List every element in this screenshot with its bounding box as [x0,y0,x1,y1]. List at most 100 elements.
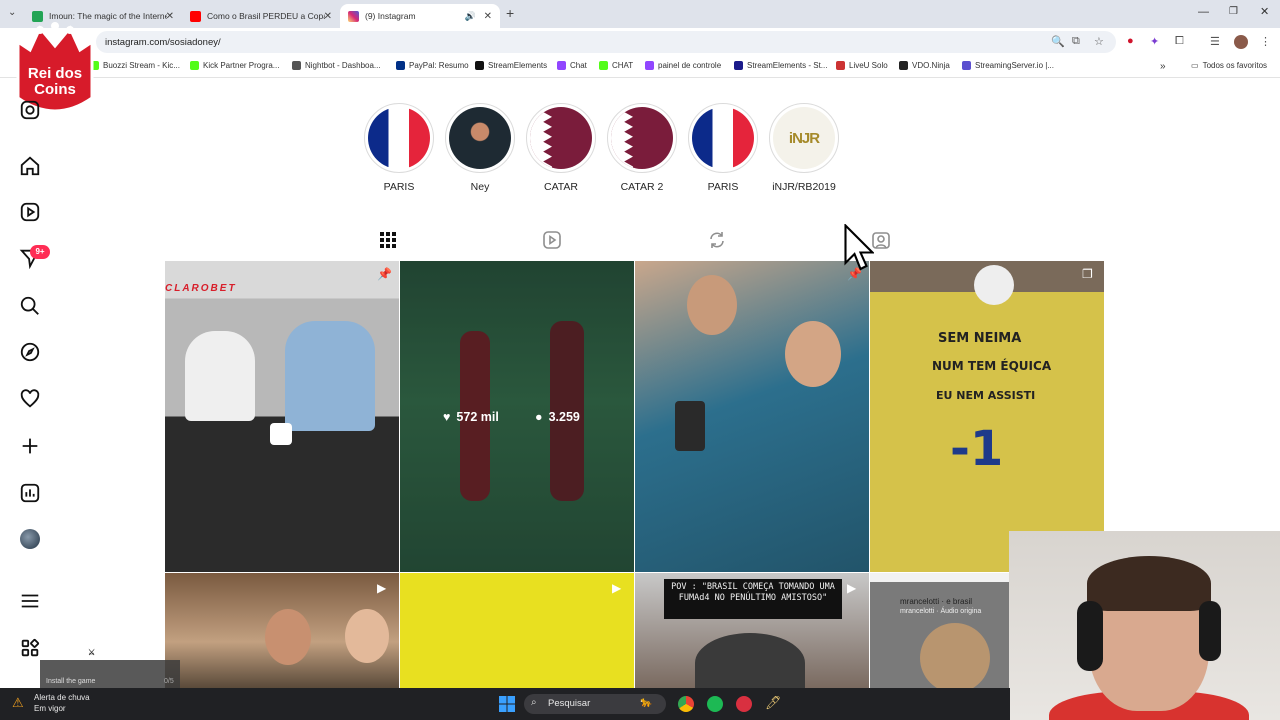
post-tile-1[interactable]: CLAROBET 📌 [165,261,399,572]
comments-count: 3.259 [548,410,580,424]
post-tile-3[interactable]: 📌 [635,261,869,572]
highlight-injr[interactable]: iNJR iNJR/RB2019 [768,103,840,193]
bookmark-item[interactable]: StreamElements - St... [734,61,827,70]
post-likes-stat: ♥ 572 mil [443,410,499,424]
weather-alert-subtitle: Em vigor [34,704,66,713]
install-app-icon[interactable]: ⧉ [1072,35,1080,48]
post-tile-2[interactable] [400,261,634,572]
post-tile-5[interactable]: ▶ [165,573,399,688]
browser-tab-youtube[interactable]: Como o Brasil PERDEU a Copa ✕ [182,4,340,28]
search-icon[interactable] [18,294,42,318]
create-plus-icon[interactable] [18,434,42,458]
bookmark-label: PayPal: Resumo [409,61,469,70]
zoom-icon[interactable]: 🔍 [1051,35,1065,48]
folder-icon: ▭ [1191,61,1199,70]
bookmark-label: Buozzi Stream - Kic... [103,61,180,70]
highlight-label: iNJR/RB2019 [772,181,836,193]
audio-playing-icon[interactable]: 🔊 [465,11,476,22]
audio-user: mrancelotti · e brasil [900,597,973,606]
media-control-icon[interactable]: ☰ [1210,35,1220,48]
bookmark-item[interactable]: Chat [557,61,587,70]
weather-alert-title[interactable]: Alerta de chuva [34,693,90,702]
post-tile-6[interactable]: ▶ [400,573,634,688]
bookmark-favicon-icon [475,61,484,70]
tab-reposts-icon[interactable] [707,230,727,250]
weather-alert-icon[interactable]: ⚠ [12,695,24,711]
install-game-overlay[interactable] [40,660,180,690]
bookmark-item[interactable]: VDO.Ninja [899,61,950,70]
bookmark-item[interactable]: StreamElements [475,61,547,70]
bookmark-item[interactable]: CHAT [599,61,633,70]
bookmark-item[interactable]: Nightbot - Dashboa... [292,61,381,70]
tab-reels-icon[interactable] [542,230,562,250]
mug-shape [270,423,292,445]
notifications-heart-icon[interactable] [18,387,42,411]
highlight-label: Ney [470,181,490,193]
post-tile-4[interactable]: SEM NEIMA NUM TEM ÉQUICA EU NEM ASSISTI … [870,261,1104,572]
audio-user-tag: e brasil [946,597,973,606]
bookmark-favicon-icon [396,61,405,70]
browser-tab-instagram[interactable]: (9) Instagram 🔊 ✕ [340,4,500,28]
tab-list-chevron-icon[interactable]: ⌄ [8,7,16,18]
browser-menu-icon[interactable]: ⋮ [1260,35,1271,48]
shirt-text-line1: SEM NEIMA [938,331,1022,346]
file-app-taskbar-icon[interactable]: 🖊 [765,695,782,711]
headset-shape [1077,601,1103,671]
bookmark-item[interactable]: PayPal: Resumo [396,61,469,70]
meta-apps-icon[interactable] [18,636,42,660]
bookmark-label: CHAT [612,61,634,70]
tab-posts-grid-icon[interactable] [378,230,398,250]
reels-icon[interactable] [18,200,42,224]
all-bookmarks-folder[interactable]: ▭ Todos os favoritos [1191,61,1267,70]
url-text[interactable]: instagram.com/sosiadoney/ [105,37,221,48]
bookmark-item[interactable]: painel de controle [645,61,721,70]
headset-shape [1199,601,1221,661]
close-window-button[interactable]: ✕ [1260,5,1269,18]
bookmark-star-icon[interactable]: ☆ [1094,35,1104,48]
spotify-taskbar-icon[interactable] [707,696,723,712]
new-tab-button[interactable]: + [506,5,514,21]
close-tab-icon[interactable]: ✕ [166,11,174,22]
extensions-puzzle-icon[interactable]: ⧠ [1175,35,1184,48]
explore-compass-icon[interactable] [18,340,42,364]
post-comments-stat: ● 3.259 [535,410,580,424]
close-tab-icon[interactable]: ✕ [484,11,492,22]
post-7-caption: POV : "BRASIL COMEÇA TOMANDO UMA FUMAd4 … [664,579,842,619]
highlight-paris[interactable]: PARIS [363,103,435,193]
bookmark-item[interactable]: LiveU Solo [836,61,888,70]
omnibox[interactable] [96,31,1116,53]
bookmark-item[interactable]: Kick Partner Progra... [190,61,279,70]
highlight-label: PARIS [707,181,739,193]
highlight-ney[interactable]: Ney [444,103,516,193]
profile-avatar[interactable] [1234,35,1248,49]
restore-button[interactable]: ❐ [1229,6,1238,17]
install-game-text[interactable]: Install the game [46,678,95,685]
post-tile-8[interactable]: mrancelotti · e brasil mrancelotti · Áud… [870,573,1010,688]
tab-tagged-icon[interactable] [871,230,891,250]
dashboard-chart-icon[interactable] [18,481,42,505]
bookmark-item[interactable]: Buozzi Stream - Kic... [90,61,180,70]
bookmark-item[interactable]: StreamingServer.io |... [962,61,1054,70]
windows-start-icon[interactable] [499,696,515,712]
minimize-button[interactable]: — [1198,6,1209,18]
close-tab-icon[interactable]: ✕ [324,11,332,22]
highlight-label: PARIS [383,181,415,193]
highlight-catar-2[interactable]: CATAR 2 [606,103,678,193]
instagram-favicon-icon [348,10,359,22]
shirt-text-line3: EU NEM ASSISTI [936,389,1036,402]
chrome-taskbar-icon[interactable] [678,696,694,712]
home-icon[interactable] [18,154,42,178]
logo-line2: Coins [34,81,76,98]
extension-red-icon[interactable]: ● [1127,35,1134,47]
highlight-paris-2[interactable]: PARIS [687,103,759,193]
instagram-logo-icon[interactable] [18,98,42,122]
profile-avatar[interactable] [20,529,40,549]
reel-icon: ▶ [377,581,387,595]
person-shape [285,321,375,431]
taskbar-search-placeholder: Pesquisar [548,698,591,709]
bookmarks-overflow-icon[interactable]: » [1160,61,1166,72]
extension-purple-icon[interactable]: ✦ [1150,35,1159,48]
obs-taskbar-icon[interactable] [736,696,752,712]
more-menu-icon[interactable] [18,589,42,613]
highlight-catar[interactable]: CATAR [525,103,597,193]
